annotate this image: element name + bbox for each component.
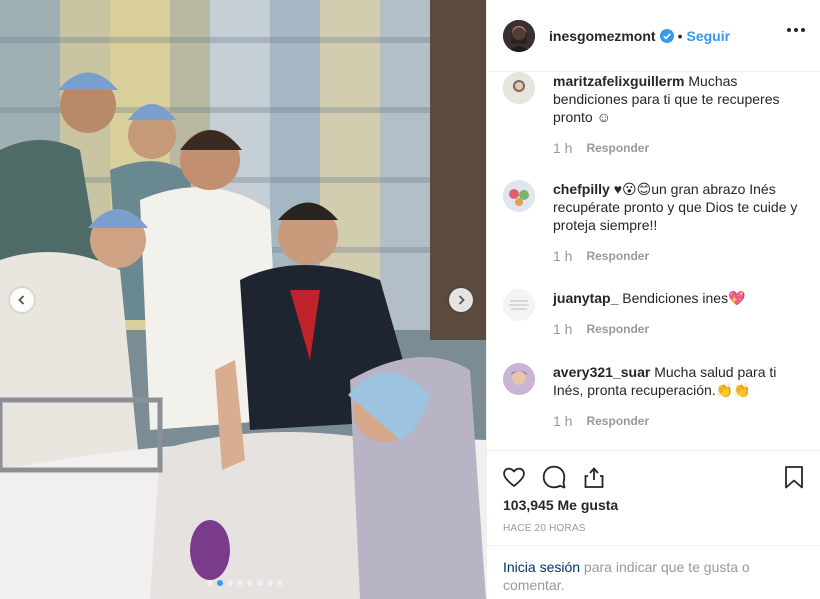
comment-meta: 1 h Responder bbox=[553, 413, 649, 429]
more-options-icon[interactable] bbox=[787, 28, 805, 32]
like-count[interactable]: 103,945 Me gusta bbox=[503, 497, 618, 513]
carousel-dot bbox=[207, 580, 213, 586]
instagram-post: inesgomezmont • Seguir maritzafelixguill… bbox=[0, 0, 820, 599]
comment-meta: 1 h Responder bbox=[553, 321, 649, 337]
carousel-dot bbox=[247, 580, 253, 586]
reply-button[interactable]: Responder bbox=[586, 414, 649, 428]
comment-time: 1 h bbox=[553, 140, 573, 156]
carousel-dot bbox=[257, 580, 263, 586]
commenter-avatar[interactable] bbox=[503, 363, 535, 395]
comment-username[interactable]: avery321_suar bbox=[553, 364, 650, 380]
verified-badge-icon bbox=[659, 28, 674, 43]
commenter-avatar[interactable] bbox=[503, 180, 535, 212]
comment-text: avery321_suar Mucha salud para ti Inés, … bbox=[553, 364, 777, 398]
share-icon[interactable] bbox=[581, 464, 607, 490]
chevron-right-icon bbox=[458, 295, 465, 305]
carousel-dot bbox=[267, 580, 273, 586]
comment-username[interactable]: chefpilly bbox=[553, 181, 610, 197]
comment-time: 1 h bbox=[553, 248, 573, 264]
comment-icon[interactable] bbox=[541, 464, 567, 490]
heart-icon[interactable] bbox=[501, 464, 527, 490]
comments-list[interactable]: maritzafelixguillerm Muchas bendiciones … bbox=[487, 64, 820, 450]
next-photo-button[interactable] bbox=[449, 288, 473, 312]
comment-time: 1 h bbox=[553, 321, 573, 337]
comment-meta: 1 h Responder bbox=[553, 248, 649, 264]
login-link[interactable]: Inicia sesión bbox=[503, 559, 580, 575]
comment-meta: 1 h Responder bbox=[553, 140, 649, 156]
carousel-dot-active bbox=[217, 580, 223, 586]
comment-time: 1 h bbox=[553, 413, 573, 429]
post-timestamp: HACE 20 HORAS bbox=[503, 523, 586, 534]
carousel-indicator bbox=[207, 580, 283, 586]
commenter-avatar[interactable] bbox=[503, 72, 535, 104]
header-separator: • bbox=[677, 27, 683, 44]
commenter-avatar[interactable] bbox=[503, 289, 535, 321]
post-side-panel: inesgomezmont • Seguir maritzafelixguill… bbox=[486, 0, 820, 599]
author-avatar[interactable] bbox=[503, 19, 535, 52]
comment-username[interactable]: juanytap_ bbox=[553, 290, 618, 306]
previous-photo-button[interactable] bbox=[10, 288, 34, 312]
carousel-dot bbox=[237, 580, 243, 586]
comment-text: chefpilly ♥😮😊un gran abrazo Inés recupér… bbox=[553, 181, 798, 233]
reply-button[interactable]: Responder bbox=[586, 322, 649, 336]
chevron-left-icon bbox=[18, 295, 25, 305]
post-actions: 103,945 Me gusta HACE 20 HORAS bbox=[487, 450, 820, 550]
reply-button[interactable]: Responder bbox=[586, 249, 649, 263]
login-prompt: Inicia sesión para indicar que te gusta … bbox=[487, 545, 820, 599]
bookmark-icon[interactable] bbox=[781, 464, 807, 490]
post-photo[interactable] bbox=[0, 0, 486, 599]
comment-text: juanytap_ Bendiciones ines💖 bbox=[553, 290, 746, 306]
follow-button[interactable]: Seguir bbox=[686, 28, 730, 44]
carousel-dot bbox=[227, 580, 233, 586]
reply-button[interactable]: Responder bbox=[586, 141, 649, 155]
avatar-image bbox=[503, 19, 535, 52]
post-header: inesgomezmont • Seguir bbox=[487, 0, 820, 72]
hospital-group-photo bbox=[0, 0, 486, 599]
comment-text: maritzafelixguillerm Muchas bendiciones … bbox=[553, 73, 780, 125]
carousel-dot bbox=[277, 580, 283, 586]
author-username[interactable]: inesgomezmont bbox=[549, 28, 656, 44]
comment-username[interactable]: maritzafelixguillerm bbox=[553, 73, 685, 89]
